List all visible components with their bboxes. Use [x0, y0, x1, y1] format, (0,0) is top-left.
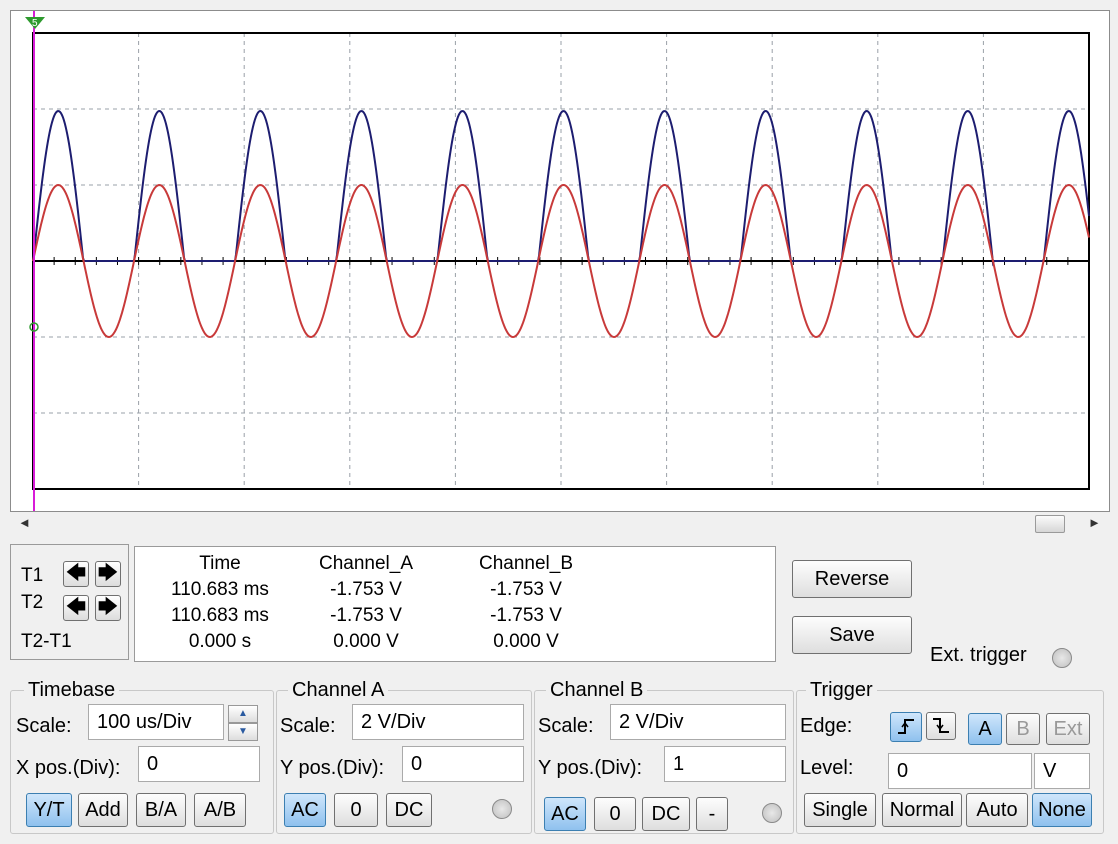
readout-diff-channel-a: 0.000 V [333, 631, 399, 652]
mode-ba-button[interactable]: B/A [136, 793, 186, 827]
timebase-title: Timebase [24, 679, 120, 702]
arrow-right-icon: 🡆 [97, 596, 119, 618]
readout-diff-channel-b: 0.000 V [493, 631, 559, 652]
readout-t1-channel-a: -1.753 V [330, 579, 402, 600]
readout-t1-channel-b: -1.753 V [490, 579, 562, 600]
rising-edge-icon [898, 719, 914, 734]
arrow-left-icon: 🡄 [65, 562, 87, 584]
rising-edge-button[interactable] [890, 712, 922, 742]
channel-a-title: Channel A [288, 679, 389, 702]
trigger-normal-button[interactable]: Normal [882, 793, 962, 827]
readout-header-channel-a: Channel_A [318, 553, 414, 574]
trigger-source-b-button[interactable]: B [1006, 713, 1040, 745]
timebase-xpos-label: X pos.(Div): [16, 757, 121, 779]
channel-b-ac-button[interactable]: AC [544, 797, 586, 831]
channel-a-zero-button[interactable]: 0 [334, 793, 378, 827]
trigger-marker-label: 5 [32, 18, 38, 29]
trigger-level-label: Level: [800, 757, 854, 779]
timebase-scale-label: Scale: [16, 715, 72, 737]
channel-b-scale-input[interactable]: 2 V/Div [610, 704, 786, 740]
scope-screen: 5 [25, 11, 1090, 511]
trigger-title: Trigger [806, 679, 877, 702]
mode-yt-button[interactable]: Y/T [26, 793, 72, 827]
channel-a-color-indicator[interactable] [492, 799, 512, 819]
channel-b-ypos-input[interactable]: 1 [664, 746, 786, 782]
readout-t2-channel-b: -1.753 V [490, 605, 562, 626]
channel-a-scale-label: Scale: [280, 715, 336, 737]
channel-b-title: Channel B [546, 679, 648, 702]
trigger-source-a-button[interactable]: A [968, 713, 1002, 745]
channel-b-zero-button[interactable]: 0 [594, 797, 636, 831]
channel-b-scale-label: Scale: [538, 715, 594, 737]
t2-left-button[interactable]: 🡄 [63, 595, 89, 621]
scroll-right-icon[interactable]: ► [1088, 515, 1101, 530]
scroll-thumb[interactable] [1035, 515, 1065, 533]
readout-diff-time: 0.000 s [188, 631, 252, 652]
ext-trigger-label: Ext. trigger [930, 644, 1027, 666]
arrow-left-icon: 🡄 [65, 596, 87, 618]
measurement-readout: Time Channel_A Channel_B 110.683 ms -1.7… [134, 546, 776, 662]
scope-display[interactable]: 5 [10, 10, 1110, 512]
readout-header-channel-b: Channel_B [478, 553, 574, 574]
channel-a-dc-button[interactable]: DC [386, 793, 432, 827]
readout-t2-time: 110.683 ms [171, 605, 269, 626]
horizontal-scrollbar[interactable]: ◄ ► [10, 512, 1108, 534]
channel-b-ypos-label: Y pos.(Div): [538, 757, 643, 779]
trigger-level-input[interactable]: 0 [888, 753, 1032, 789]
timebase-scale-input[interactable]: 100 us/Div [88, 704, 224, 740]
t1-left-button[interactable]: 🡄 [63, 561, 89, 587]
readout-header-time: Time [199, 553, 241, 574]
cursor-controls: T1 🡄 🡆 T2 🡄 🡆 T2-T1 [10, 544, 129, 660]
channel-a-ypos-input[interactable]: 0 [402, 746, 524, 782]
t2-right-button[interactable]: 🡆 [95, 595, 121, 621]
t1-label: T1 [21, 565, 44, 586]
trigger-source-ext-button[interactable]: Ext [1046, 713, 1090, 745]
ext-trigger-radio[interactable] [1052, 648, 1072, 668]
reverse-button[interactable]: Reverse [792, 560, 912, 598]
channel-b-invert-button[interactable]: - [696, 797, 728, 831]
mode-ab-button[interactable]: A/B [194, 793, 246, 827]
readout-t2-channel-a: -1.753 V [330, 605, 402, 626]
channel-a-ac-button[interactable]: AC [284, 793, 326, 827]
readout-t1-time: 110.683 ms [171, 579, 269, 600]
channel-a-ypos-label: Y pos.(Div): [280, 757, 385, 779]
channel-a-scale-input[interactable]: 2 V/Div [352, 704, 524, 740]
spin-down-icon[interactable]: ▼ [228, 723, 258, 741]
t2-t1-label: T2-T1 [21, 631, 72, 652]
trigger-level-unit[interactable]: V [1034, 753, 1090, 789]
channel-b-dc-button[interactable]: DC [642, 797, 690, 831]
trigger-single-button[interactable]: Single [804, 793, 876, 827]
falling-edge-icon [933, 718, 949, 733]
trigger-auto-button[interactable]: Auto [966, 793, 1028, 827]
falling-edge-button[interactable] [926, 712, 956, 740]
t2-label: T2 [21, 592, 44, 613]
t1-right-button[interactable]: 🡆 [95, 561, 121, 587]
trigger-edge-label: Edge: [800, 715, 853, 737]
save-button[interactable]: Save [792, 616, 912, 654]
scroll-left-icon[interactable]: ◄ [18, 515, 31, 530]
timebase-scale-stepper[interactable]: ▲ ▼ [228, 705, 258, 741]
arrow-right-icon: 🡆 [97, 562, 119, 584]
mode-add-button[interactable]: Add [78, 793, 128, 827]
trigger-none-button[interactable]: None [1032, 793, 1092, 827]
spin-up-icon[interactable]: ▲ [228, 705, 258, 723]
channel-b-color-indicator[interactable] [762, 803, 782, 823]
timebase-xpos-input[interactable]: 0 [138, 746, 260, 782]
